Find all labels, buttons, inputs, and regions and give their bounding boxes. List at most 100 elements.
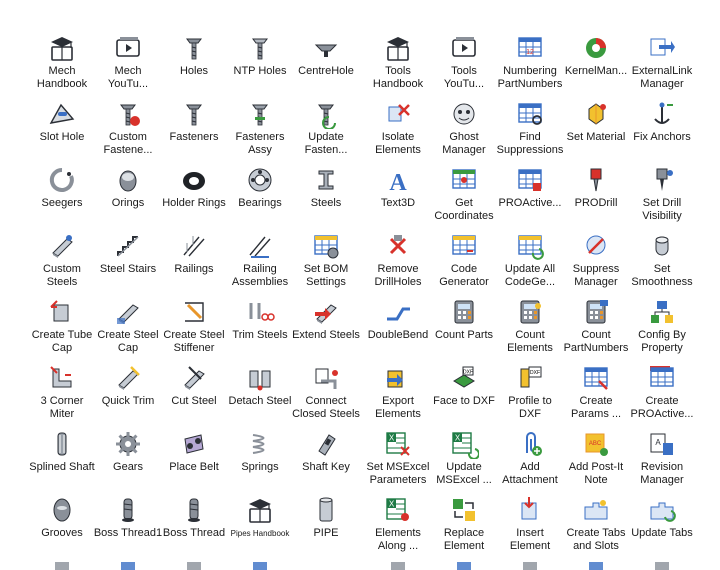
tool-label: Mech YouTu...: [107, 65, 149, 90]
tool-button[interactable]: Count PartNumbers: [563, 297, 629, 359]
tool-label: Grooves: [41, 527, 83, 539]
tool-button[interactable]: Slot Hole: [29, 99, 95, 161]
tool-button[interactable]: Connect Closed Steels: [292, 363, 360, 425]
tool-button[interactable]: Ghost Manager: [431, 99, 497, 161]
tool-button[interactable]: Create Params ...: [563, 363, 629, 425]
tool-button[interactable]: Cut Steel: [161, 363, 227, 425]
tool-button[interactable]: Fasteners: [161, 99, 227, 161]
tool-button[interactable]: Add Attachment: [497, 429, 563, 491]
tool-button[interactable]: Set Smoothness: [629, 231, 695, 293]
cut-off-tool-icon[interactable]: [497, 560, 563, 570]
tool-button[interactable]: Code Generator: [431, 231, 497, 293]
tool-button[interactable]: Boss Thread1: [94, 495, 162, 557]
tool-button[interactable]: Mech Handbook: [29, 33, 95, 95]
tool-button[interactable]: Set BOM Settings: [293, 231, 359, 293]
cut-off-tool-icon[interactable]: [365, 560, 431, 570]
tool-button[interactable]: Steel Stairs: [95, 231, 161, 293]
tool-button[interactable]: Custom Fastene...: [95, 99, 161, 161]
cut-off-tool-icon[interactable]: [431, 560, 497, 570]
tool-button[interactable]: Replace Element: [431, 495, 497, 557]
tool-button[interactable]: Tools Handbook: [365, 33, 431, 95]
tool-button[interactable]: X Elements Along ...: [365, 495, 431, 557]
tool-button[interactable]: Railings: [161, 231, 227, 293]
tool-button[interactable]: Create Tabs and Slots: [563, 495, 629, 557]
tool-button[interactable]: Pipes Handbook: [227, 495, 293, 557]
tool-button[interactable]: CentreHole: [293, 33, 359, 95]
tool-button[interactable]: Tools YouTu...: [431, 33, 497, 95]
tool-button[interactable]: Splined Shaft: [29, 429, 95, 491]
tool-button[interactable]: A Revision Manager: [629, 429, 695, 491]
tool-button[interactable]: Extend Steels: [292, 297, 360, 359]
tool-button[interactable]: Config By Property: [629, 297, 695, 359]
tool-button[interactable]: Count Parts: [431, 297, 497, 359]
tool-button[interactable]: Get Coordinates: [431, 165, 497, 227]
tool-button[interactable]: Update Tabs: [629, 495, 695, 557]
tool-button[interactable]: Quick Trim: [95, 363, 161, 425]
tool-button[interactable]: Create Steel Stiffener: [161, 297, 227, 359]
cut-off-tool-icon[interactable]: [227, 560, 293, 570]
excel-update-icon-graphic: X: [452, 432, 479, 459]
update-fasteners-icon-graphic: [318, 104, 336, 129]
tool-button[interactable]: Railing Assemblies: [227, 231, 293, 293]
tool-button[interactable]: Holes: [161, 33, 227, 95]
tool-button[interactable]: 12 Numbering PartNumbers: [497, 33, 563, 95]
tool-button[interactable]: Fasteners Assy: [227, 99, 293, 161]
tool-button[interactable]: Orings: [95, 165, 161, 227]
tool-button[interactable]: Shaft Key: [293, 429, 359, 491]
tool-button[interactable]: PROActive...: [497, 165, 563, 227]
tool-button[interactable]: Isolate Elements: [365, 99, 431, 161]
tool-button[interactable]: Set Drill Visibility: [629, 165, 695, 227]
tool-button[interactable]: X Update MSExcel ...: [431, 429, 497, 491]
tool-button[interactable]: Create Tube Cap: [29, 297, 95, 359]
belt-icon-graphic: [184, 434, 204, 454]
tool-button[interactable]: NTP Holes: [227, 33, 293, 95]
text3d-icon-graphic: A: [389, 170, 407, 195]
detach-steel-icon: [245, 363, 275, 393]
tool-button[interactable]: Gears: [95, 429, 161, 491]
tool-button[interactable]: PIPE: [293, 495, 359, 557]
tool-button[interactable]: Param Create PROActive...: [629, 363, 695, 425]
tool-button[interactable]: Custom Steels: [29, 231, 95, 293]
tool-button[interactable]: ExternalLink Manager: [629, 33, 695, 95]
tool-button[interactable]: KernelMan...: [563, 33, 629, 95]
tool-button[interactable]: Suppress Manager: [563, 231, 629, 293]
tool-button[interactable]: Holder Rings: [161, 165, 227, 227]
tool-button[interactable]: Seegers: [29, 165, 95, 227]
tool-button[interactable]: Remove DrillHoles: [365, 231, 431, 293]
tool-button[interactable]: Update Fasten...: [293, 99, 359, 161]
tool-button[interactable]: DXF Face to DXF: [431, 363, 497, 425]
tool-button[interactable]: Boss Thread: [161, 495, 227, 557]
tool-button[interactable]: Export Elements: [365, 363, 431, 425]
tool-button[interactable]: Springs: [227, 429, 293, 491]
tool-label: Slot Hole: [39, 131, 85, 143]
tool-button[interactable]: X Set MSExcel Parameters: [365, 429, 431, 491]
tool-button[interactable]: Insert Element: [497, 495, 563, 557]
cut-off-tool-icon[interactable]: [29, 560, 95, 570]
tool-button[interactable]: 3 Corner Miter: [29, 363, 95, 425]
tool-button[interactable]: PRODrill: [563, 165, 629, 227]
tool-button[interactable]: Grooves: [29, 495, 95, 557]
cut-off-tool-icon[interactable]: [563, 560, 629, 570]
tool-button[interactable]: Count Elements: [497, 297, 563, 359]
cut-off-tool-icon[interactable]: [161, 560, 227, 570]
tool-button[interactable]: Fix Anchors: [629, 99, 695, 161]
tool-button[interactable]: Detach Steel: [227, 363, 293, 425]
tool-button[interactable]: Steels: [293, 165, 359, 227]
tool-button[interactable]: Update All CodeGe...: [497, 231, 563, 293]
tool-button[interactable]: DoubleBend: [365, 297, 431, 359]
railing-assembly-icon: [245, 231, 275, 261]
tool-button[interactable]: Mech YouTu...: [95, 33, 161, 95]
tool-button[interactable]: Place Belt: [161, 429, 227, 491]
tool-button[interactable]: Bearings: [227, 165, 293, 227]
icon-grid: Mech Handbook Mech YouTu... Holes NTP Ho…: [0, 0, 720, 570]
cut-off-tool-icon[interactable]: [629, 560, 695, 570]
tool-button[interactable]: Create Steel Cap: [95, 297, 161, 359]
tool-button[interactable]: Find Suppressions: [497, 99, 563, 161]
cut-off-tool-icon[interactable]: [95, 560, 161, 570]
tool-button[interactable]: Set Material: [563, 99, 629, 161]
tool-button[interactable]: DXF Profile to DXF: [497, 363, 563, 425]
tool-button[interactable]: A Text3D: [365, 165, 431, 227]
tool-button[interactable]: Trim Steels: [227, 297, 293, 359]
svg-text:X: X: [389, 500, 395, 509]
tool-button[interactable]: ABC Add Post-It Note: [563, 429, 629, 491]
